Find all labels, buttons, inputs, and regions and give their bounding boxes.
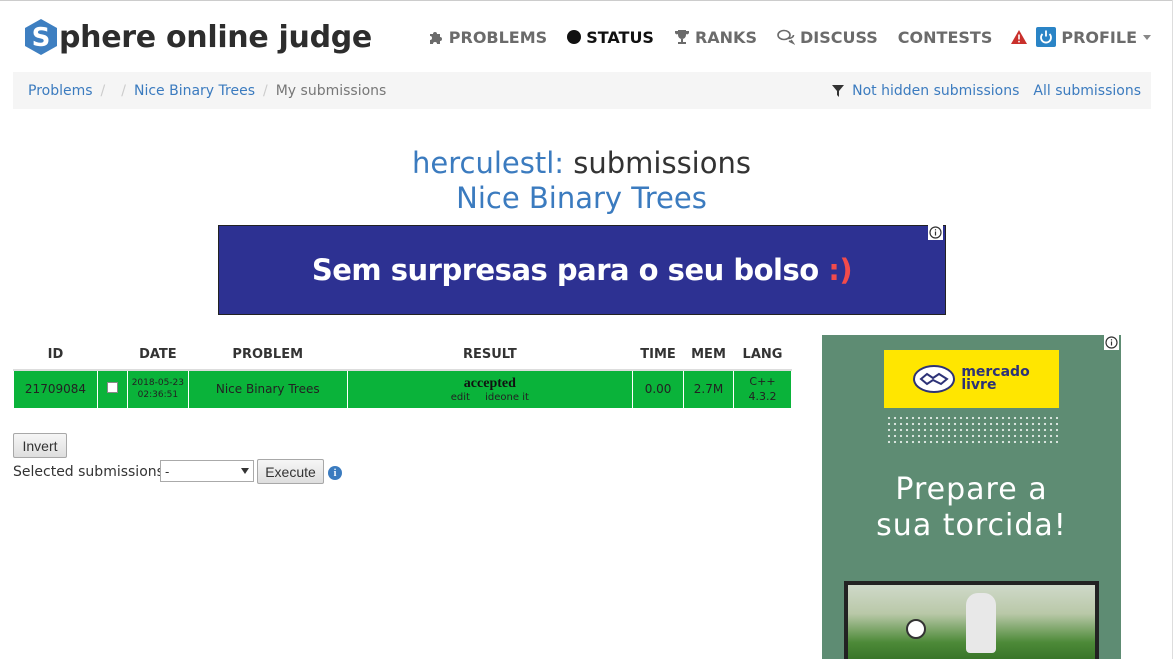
breadcrumb-separator: /: [263, 82, 268, 99]
bulk-action-value: -: [165, 463, 170, 479]
ad-info-icon[interactable]: [928, 225, 943, 240]
user-link[interactable]: herculestl:: [412, 146, 564, 180]
comments-icon: [777, 29, 795, 45]
logo-letter: S: [32, 23, 51, 53]
side-ad-line1: Prepare a: [895, 472, 1048, 507]
site-logo[interactable]: S phere online judge: [24, 17, 372, 57]
nav-contests-label: CONTESTS: [897, 27, 993, 47]
top-ad-banner[interactable]: Sem surpresas para o seu bolso :): [218, 225, 946, 315]
lang-version: 4.3.2: [748, 390, 777, 404]
trophy-icon: [674, 29, 690, 45]
header-time[interactable]: TIME: [632, 340, 684, 371]
header-lang[interactable]: LANG: [733, 340, 792, 371]
lang-name: C++: [749, 375, 776, 389]
dropdown-arrow-icon: [241, 468, 249, 474]
nav-alert[interactable]: [1010, 29, 1028, 45]
chevron-down-icon: [1143, 34, 1151, 40]
tv-screen: [848, 585, 1095, 659]
filter-icon: [832, 84, 845, 97]
cell-select: [96, 369, 128, 409]
submissions-table: ID DATE PROBLEM RESULT TIME MEM LANG 217…: [13, 340, 793, 409]
result-links: edit ideone it: [348, 392, 632, 403]
header-date[interactable]: DATE: [127, 340, 189, 371]
nav-status[interactable]: STATUS: [567, 28, 654, 47]
cell-lang: C++ 4.3.2: [732, 369, 793, 409]
mercado-livre-logo: mercado livre: [884, 350, 1059, 408]
row-checkbox[interactable]: [106, 382, 118, 394]
handshake-icon: [913, 365, 956, 393]
breadcrumb-problems[interactable]: Problems: [28, 83, 93, 99]
not-hidden-submissions-link[interactable]: Not hidden submissions: [852, 83, 1019, 99]
soccer-ball-icon: [906, 619, 926, 639]
date-day: 2018-05-23: [131, 378, 185, 389]
nav-profile-label: PROFILE: [1061, 27, 1137, 47]
cell-date: 2018-05-23 02:36:51: [126, 369, 189, 409]
nav-contests[interactable]: CONTESTS: [898, 28, 993, 47]
table-row: 21709084 2018-05-23 02:36:51 Nice Binary…: [13, 369, 793, 409]
cell-result: accepted edit ideone it: [346, 369, 634, 409]
info-icon[interactable]: i: [328, 466, 342, 480]
page-title: herculestl: submissions: [0, 146, 1163, 180]
submission-filter: Not hidden submissions All submissions: [832, 72, 1141, 109]
ad-banner-text: Sem surpresas para o seu bolso :): [311, 253, 853, 287]
nav-status-label: STATUS: [586, 27, 654, 47]
main-nav: PROBLEMS STATUS RANKS DISCUSS CONTESTS P…: [408, 24, 1151, 50]
edit-link[interactable]: edit: [451, 392, 470, 403]
header-mem[interactable]: MEM: [683, 340, 734, 371]
header-problem[interactable]: PROBLEM: [188, 340, 348, 371]
selected-submissions-label: Selected submissions:: [13, 464, 169, 480]
nav-problems[interactable]: PROBLEMS: [428, 28, 547, 47]
side-ad-line2: sua torcida!: [876, 508, 1067, 543]
nav-ranks-label: RANKS: [694, 27, 757, 47]
ad-banner-smile: :): [828, 253, 853, 287]
date-time: 02:36:51: [137, 390, 179, 401]
logo-text: phere online judge: [59, 19, 372, 55]
breadcrumb-problem[interactable]: Nice Binary Trees: [134, 83, 255, 99]
ideone-link[interactable]: ideone it: [485, 392, 529, 403]
cell-problem[interactable]: Nice Binary Trees: [187, 369, 348, 409]
breadcrumb-separator: /: [100, 82, 106, 99]
result-status[interactable]: accepted: [348, 376, 632, 392]
warning-icon: [1010, 29, 1028, 45]
ad-info-icon[interactable]: [1104, 335, 1119, 350]
ad-banner-headline: Sem surpresas para o seu bolso: [311, 253, 829, 287]
problem-title-link[interactable]: Nice Binary Trees: [0, 181, 1163, 215]
header-id[interactable]: ID: [13, 340, 98, 371]
cell-time: 0.00: [632, 369, 685, 409]
nav-problems-label: PROBLEMS: [448, 27, 548, 47]
page-title-suffix: submissions: [564, 146, 751, 180]
side-ad[interactable]: mercado livre Prepare a sua torcida!: [822, 335, 1121, 659]
table-header-row: ID DATE PROBLEM RESULT TIME MEM LANG: [13, 340, 792, 371]
player-figure: [966, 593, 996, 653]
puzzle-icon: [428, 29, 444, 45]
nav-discuss-label: DISCUSS: [799, 27, 878, 47]
breadcrumb-separator: /: [121, 82, 126, 99]
header-result[interactable]: RESULT: [347, 340, 633, 371]
mercado-livre-text: mercado livre: [961, 365, 1029, 393]
status-dot-icon: [567, 30, 582, 44]
nav-ranks[interactable]: RANKS: [674, 28, 757, 47]
tv-image: [844, 581, 1099, 659]
breadcrumb: Problems / / Nice Binary Trees / My subm…: [13, 72, 1151, 109]
dot-pattern: [886, 415, 1058, 447]
top-border: [0, 0, 1173, 1]
invert-button[interactable]: Invert: [13, 433, 67, 458]
logo-hexagon-icon: S: [24, 18, 58, 56]
all-submissions-link[interactable]: All submissions: [1033, 83, 1141, 99]
nav-profile[interactable]: PROFILE: [1036, 27, 1151, 47]
power-icon: [1036, 27, 1057, 47]
brand-line2: livre: [961, 377, 997, 393]
cell-mem: 2.7M: [683, 369, 734, 409]
execute-button[interactable]: Execute: [257, 459, 324, 484]
nav-discuss[interactable]: DISCUSS: [777, 28, 878, 47]
bulk-action-select[interactable]: -: [160, 460, 254, 482]
side-ad-headline: Prepare a sua torcida!: [822, 472, 1121, 544]
breadcrumb-current: My submissions: [275, 82, 387, 99]
cell-id[interactable]: 21709084: [13, 369, 98, 409]
header-select: [97, 340, 128, 371]
